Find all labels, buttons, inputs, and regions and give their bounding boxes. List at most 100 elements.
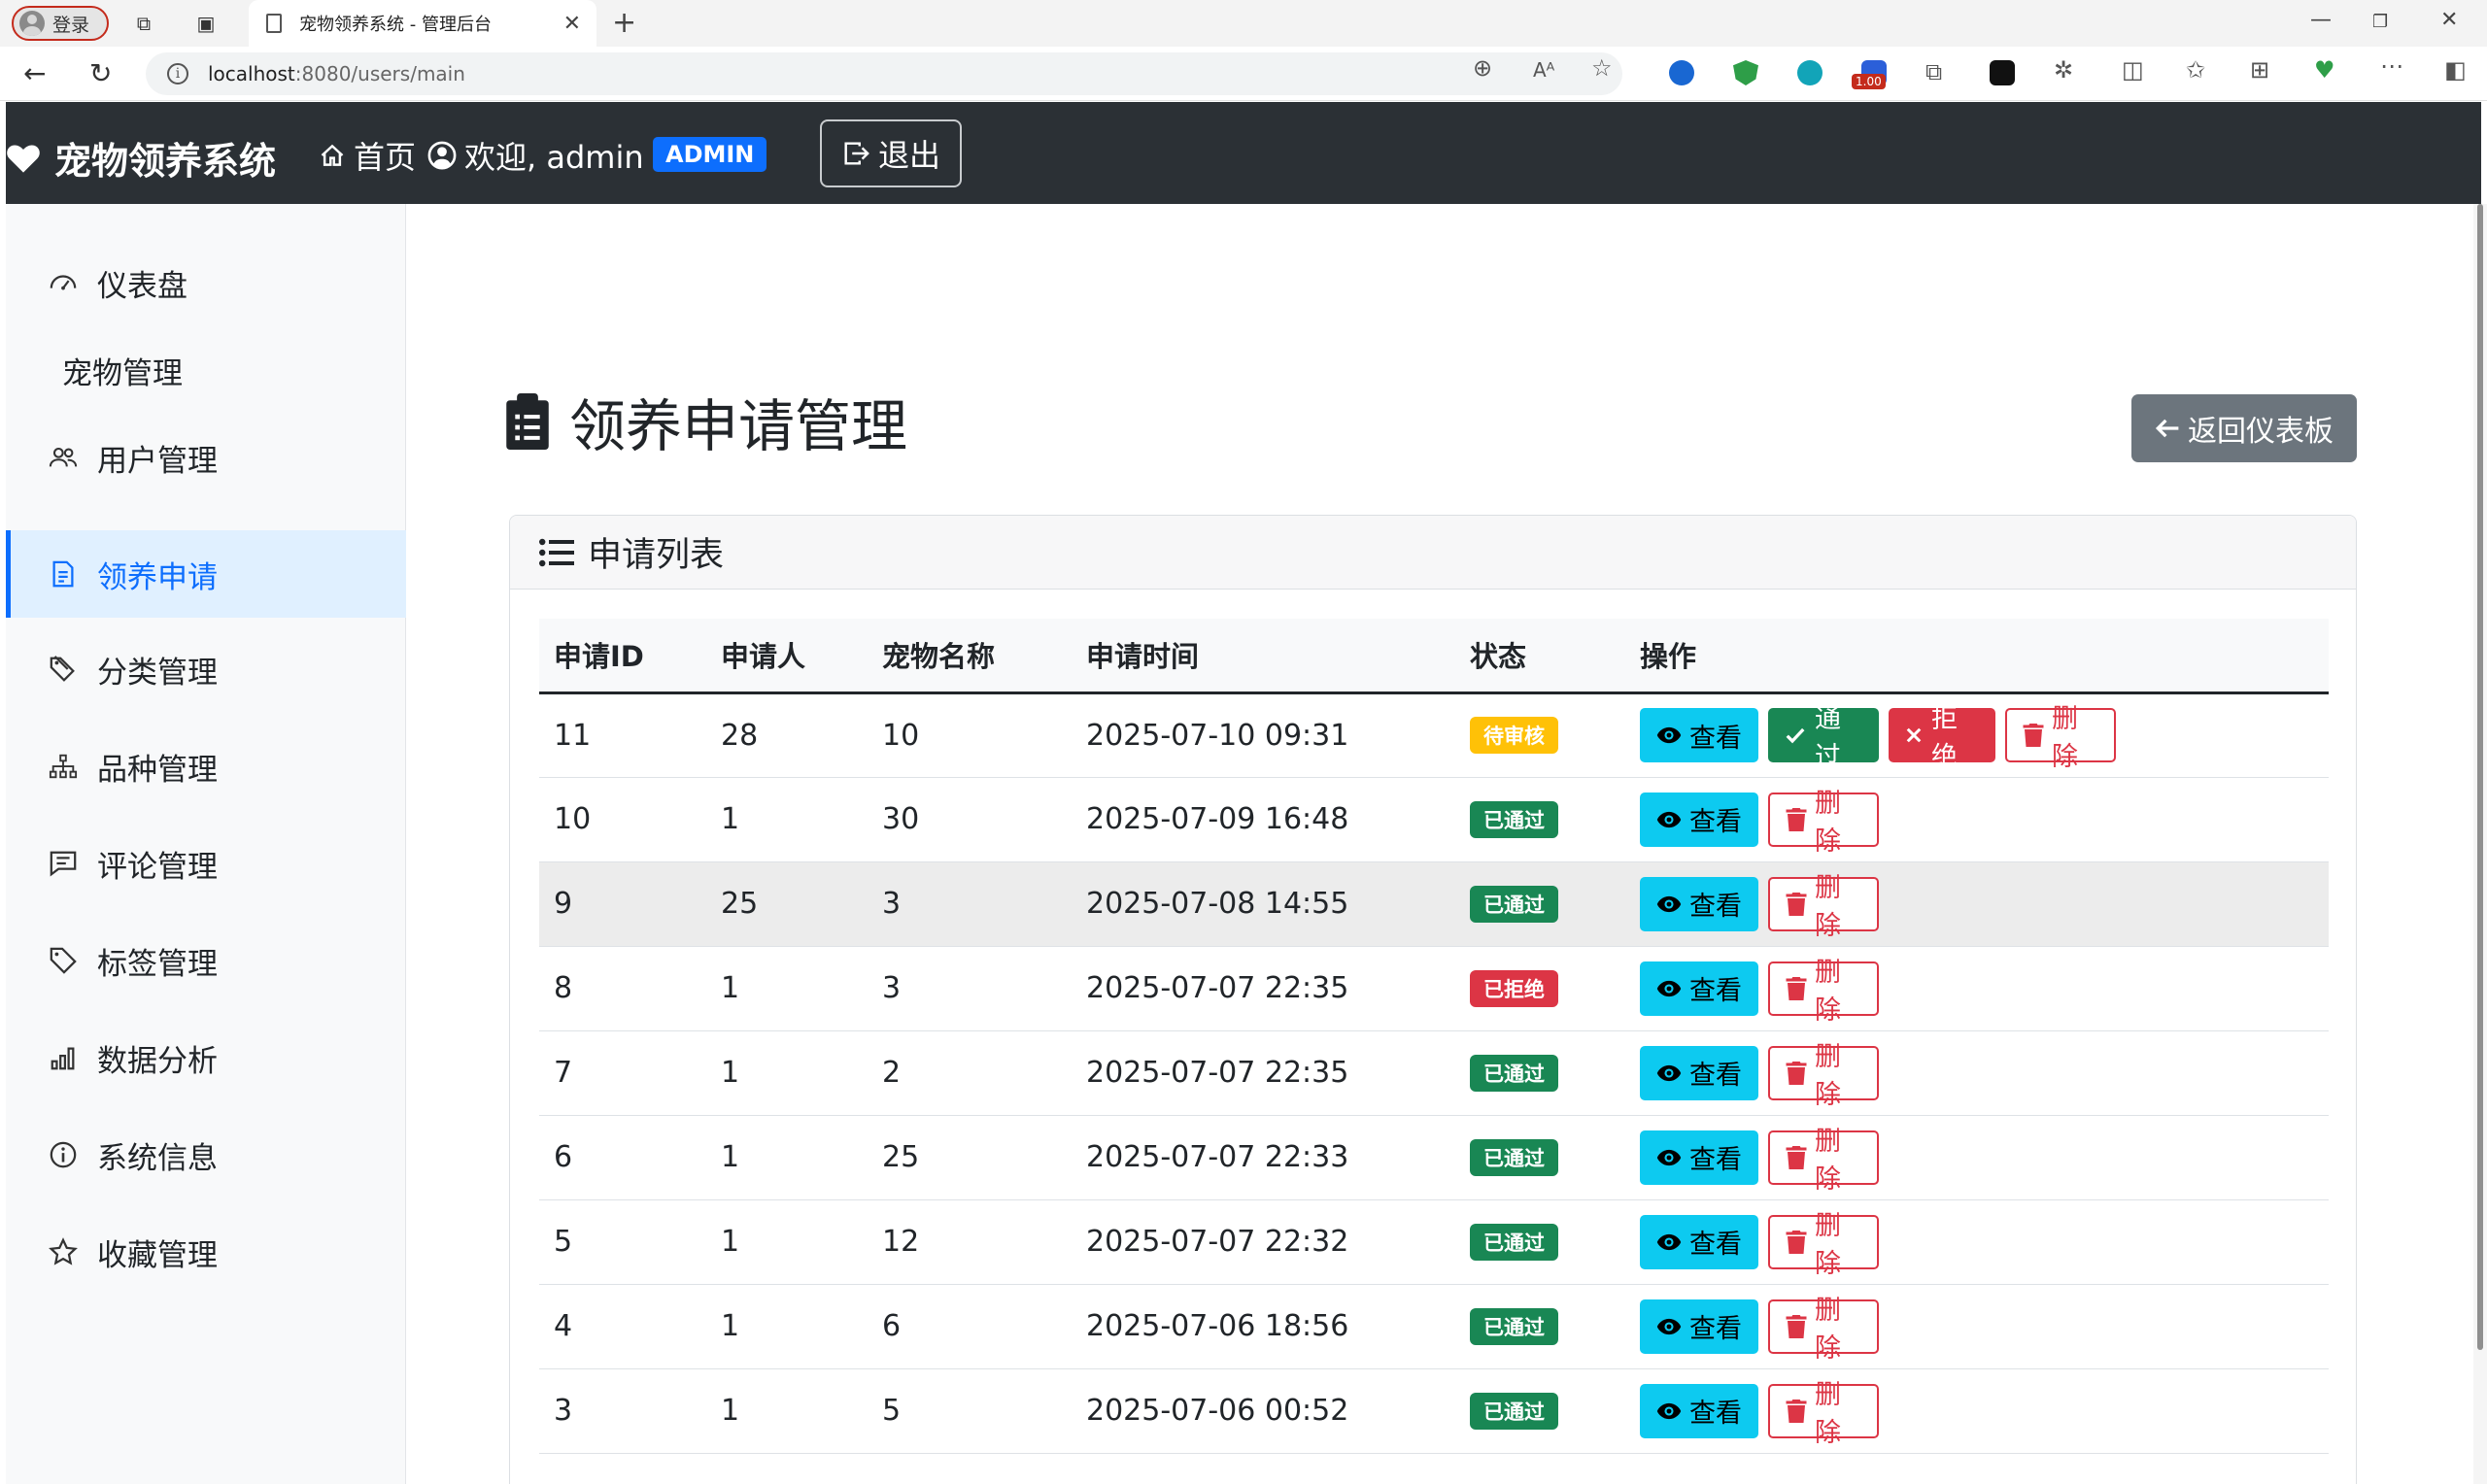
cell-pet: 3: [868, 946, 1072, 1031]
table-row: 11 28 10 2025-07-10 09:31 待审核 查看 通过 拒绝 删除: [539, 692, 2329, 778]
sidebar-item-tags[interactable]: 标签管理: [6, 917, 406, 1004]
back-to-dashboard-button[interactable]: 返回仪表板: [2131, 394, 2357, 462]
workspaces-icon[interactable]: ⧉: [130, 10, 157, 37]
view-button[interactable]: 查看: [1640, 961, 1758, 1016]
trash-icon: [1786, 1230, 1807, 1254]
puzzle-extensions-icon[interactable]: ✲: [2054, 56, 2073, 84]
cell-actions: 查看 删除: [1625, 1199, 2329, 1285]
view-button[interactable]: 查看: [1640, 876, 1758, 931]
view-button[interactable]: 查看: [1640, 1130, 1758, 1185]
delete-button[interactable]: 删除: [1768, 1127, 1879, 1195]
column-header-time[interactable]: 申请时间: [1072, 619, 1455, 694]
sidebar-item-pets[interactable]: 宠物管理: [6, 326, 406, 414]
row-actions: 查看 删除: [1640, 1127, 2329, 1195]
view-button[interactable]: 查看: [1640, 1383, 1758, 1438]
split-screen-icon[interactable]: ◫: [2122, 56, 2144, 84]
more-menu-icon[interactable]: ⋯: [2380, 52, 2403, 80]
tab-actions-icon[interactable]: ⊞: [2250, 56, 2269, 84]
extension-icon[interactable]: [1669, 60, 1694, 85]
logout-button[interactable]: 退出: [820, 119, 962, 187]
status-badge: 已通过: [1470, 1307, 1558, 1345]
restore-icon[interactable]: ❐: [2372, 12, 2388, 32]
view-button[interactable]: 查看: [1640, 708, 1758, 762]
column-header-id[interactable]: 申请ID: [539, 619, 706, 694]
shield-extension-icon[interactable]: [1733, 60, 1758, 85]
delete-button[interactable]: 删除: [2005, 704, 2116, 772]
view-button[interactable]: 查看: [1640, 1298, 1758, 1354]
delete-button[interactable]: 删除: [1768, 1211, 1879, 1279]
browser-profile-button[interactable]: 登录: [12, 6, 109, 41]
back-arrow-icon[interactable]: ←: [23, 58, 46, 89]
trash-icon: [1786, 1061, 1807, 1085]
cell-id: 7: [539, 1030, 706, 1116]
delete-button[interactable]: 删除: [1768, 1042, 1879, 1110]
cell-applicant: 1: [706, 1368, 868, 1454]
back-button-label: 返回仪表板: [2188, 415, 2334, 449]
cell-applicant: 1: [706, 777, 868, 862]
cell-applicant: 1: [706, 946, 868, 1031]
vertical-tabs-icon[interactable]: ▣: [192, 10, 220, 37]
translate-extension-icon[interactable]: [1797, 60, 1823, 85]
cell-pet: 6: [868, 1284, 1072, 1369]
performance-icon[interactable]: ♥: [2314, 56, 2335, 84]
read-aloud-icon[interactable]: Aᴬ: [1533, 58, 1554, 82]
sidebar-item-categories[interactable]: 分类管理: [6, 625, 406, 713]
zoom-icon[interactable]: ⊕: [1473, 54, 1492, 82]
eye-icon: [1656, 976, 1682, 1001]
page-scrollbar[interactable]: [2473, 204, 2487, 1484]
trash-icon: [1786, 976, 1807, 1000]
reject-button[interactable]: 拒绝: [1889, 704, 1995, 772]
minimize-icon[interactable]: —: [2310, 8, 2332, 32]
delete-label: 删除: [2052, 704, 2078, 772]
delete-button[interactable]: 删除: [1768, 873, 1879, 941]
view-button[interactable]: 查看: [1640, 1045, 1758, 1100]
delete-button[interactable]: 删除: [1768, 1296, 1879, 1364]
delete-button[interactable]: 删除: [1768, 958, 1879, 1026]
sidebar-item-dashboard[interactable]: 仪表盘: [6, 239, 406, 326]
view-button[interactable]: 查看: [1640, 792, 1758, 847]
role-badge: ADMIN: [653, 137, 767, 172]
trash-icon: [1786, 1314, 1807, 1338]
tab-close-icon[interactable]: ✕: [563, 12, 581, 36]
sidebar-item-applications[interactable]: 领养申请: [6, 530, 406, 618]
reload-icon[interactable]: ↻: [89, 58, 112, 89]
sidebar-toggle-icon[interactable]: ◧: [2444, 56, 2467, 84]
sidebar-item-comments[interactable]: 评论管理: [6, 820, 406, 907]
delete-button[interactable]: 删除: [1768, 1380, 1879, 1448]
sidebar-item-system-info[interactable]: 系统信息: [6, 1111, 406, 1198]
bar-chart-icon: [47, 1041, 80, 1074]
view-button[interactable]: 查看: [1640, 1214, 1758, 1269]
collections-icon[interactable]: ⧉: [1925, 58, 1942, 85]
favorites-icon[interactable]: ✩: [2186, 56, 2205, 84]
x-icon: [1904, 725, 1924, 745]
new-tab-icon[interactable]: +: [612, 6, 636, 40]
favorite-star-icon[interactable]: ☆: [1591, 54, 1613, 82]
avatar-icon: [19, 11, 45, 36]
info-icon[interactable]: i: [167, 63, 188, 84]
column-header-status[interactable]: 状态: [1455, 619, 1625, 694]
cell-actions: 查看 通过 拒绝 删除: [1625, 692, 2329, 778]
game-extension-icon[interactable]: [1990, 60, 2015, 85]
sidebar-item-analytics[interactable]: 数据分析: [6, 1014, 406, 1101]
user-circle-icon: [427, 141, 457, 170]
tags-icon: [47, 653, 80, 686]
address-bar[interactable]: i localhost:8080/users/main: [146, 52, 1622, 95]
cell-status: 已通过: [1455, 861, 1625, 947]
sidebar-item-favorites[interactable]: 收藏管理: [6, 1208, 406, 1296]
column-header-pet[interactable]: 宠物名称: [868, 619, 1072, 694]
sidebar-item-users[interactable]: 用户管理: [6, 414, 406, 501]
delete-button[interactable]: 删除: [1768, 789, 1879, 857]
browser-tab[interactable]: 宠物领养系统 - 管理后台 ✕: [249, 0, 596, 47]
close-window-icon[interactable]: ✕: [2440, 8, 2458, 32]
eye-icon: [1656, 1145, 1682, 1170]
scrollbar-thumb[interactable]: [2477, 204, 2483, 1350]
delete-label: 删除: [1815, 872, 1841, 941]
brand[interactable]: 宠物领养系统: [6, 131, 276, 185]
approve-button[interactable]: 通过: [1768, 704, 1879, 772]
sidebar-item-breeds[interactable]: 品种管理: [6, 723, 406, 810]
table-row: 5 1 12 2025-07-07 22:32 已通过 查看 删除: [539, 1199, 2329, 1285]
view-label: 查看: [1689, 892, 1742, 922]
cell-status: 已通过: [1455, 1030, 1625, 1116]
nav-home-link[interactable]: 首页: [319, 133, 416, 178]
column-header-applicant[interactable]: 申请人: [706, 619, 868, 694]
